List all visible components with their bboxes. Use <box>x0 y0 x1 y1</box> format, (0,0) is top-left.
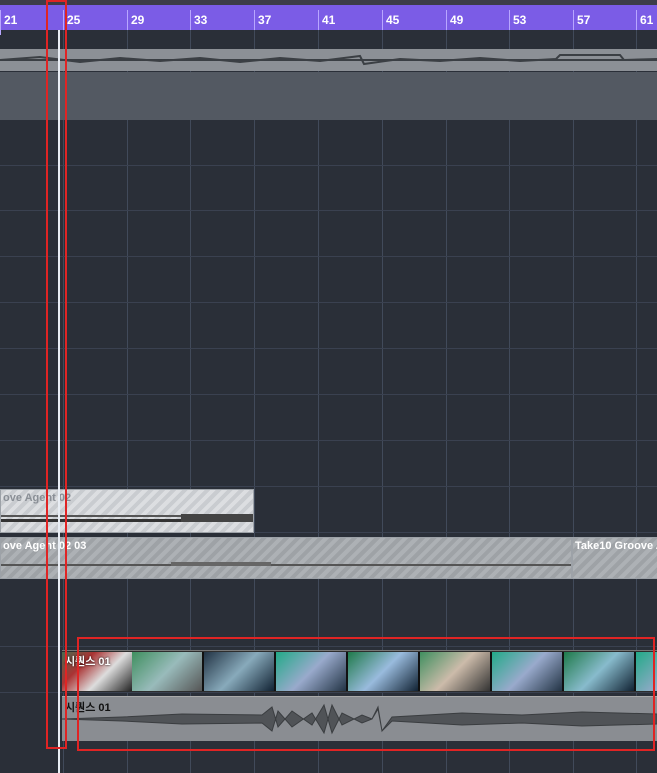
ruler-bar-61: 61 <box>636 10 653 35</box>
overview-waveform <box>0 54 657 66</box>
ruler-bar-21: 21 <box>0 10 17 35</box>
lane-divider <box>0 486 657 487</box>
event-label: Take10 Groove A <box>575 540 657 552</box>
ruler-bar-29: 29 <box>127 10 144 35</box>
lane-divider <box>0 348 657 349</box>
overview-waveform-strip[interactable] <box>0 49 657 71</box>
track-lane-folder[interactable] <box>0 72 657 120</box>
audio-event-groove-agent-02[interactable]: ove Agent 02 <box>0 489 254 533</box>
ruler-bar-37: 37 <box>254 10 271 35</box>
lane-divider <box>0 256 657 257</box>
event-label: ove Agent 02 03 <box>3 540 87 552</box>
audio-event-take10[interactable]: Take10 Groove A <box>572 537 657 579</box>
audio-event-groove-agent-02-03[interactable]: ove Agent 02 03 <box>0 537 572 579</box>
highlight-box-cursor <box>46 0 67 749</box>
ruler-bar-57: 57 <box>573 10 590 35</box>
event-waveform <box>1 562 571 566</box>
lane-divider <box>0 210 657 211</box>
lane-divider <box>0 165 657 166</box>
ruler-bar-53: 53 <box>509 10 526 35</box>
lane-divider <box>0 302 657 303</box>
lane-divider <box>0 394 657 395</box>
ruler-bar-33: 33 <box>190 10 207 35</box>
ruler-bar-41: 41 <box>318 10 335 35</box>
event-waveform <box>1 514 253 522</box>
timeline-ruler[interactable]: 21 25 29 33 37 41 45 49 53 57 61 <box>0 5 657 35</box>
lane-divider <box>0 440 657 441</box>
ruler-bar-45: 45 <box>382 10 399 35</box>
ruler-bar-49: 49 <box>446 10 463 35</box>
highlight-box-video-audio <box>77 637 655 751</box>
